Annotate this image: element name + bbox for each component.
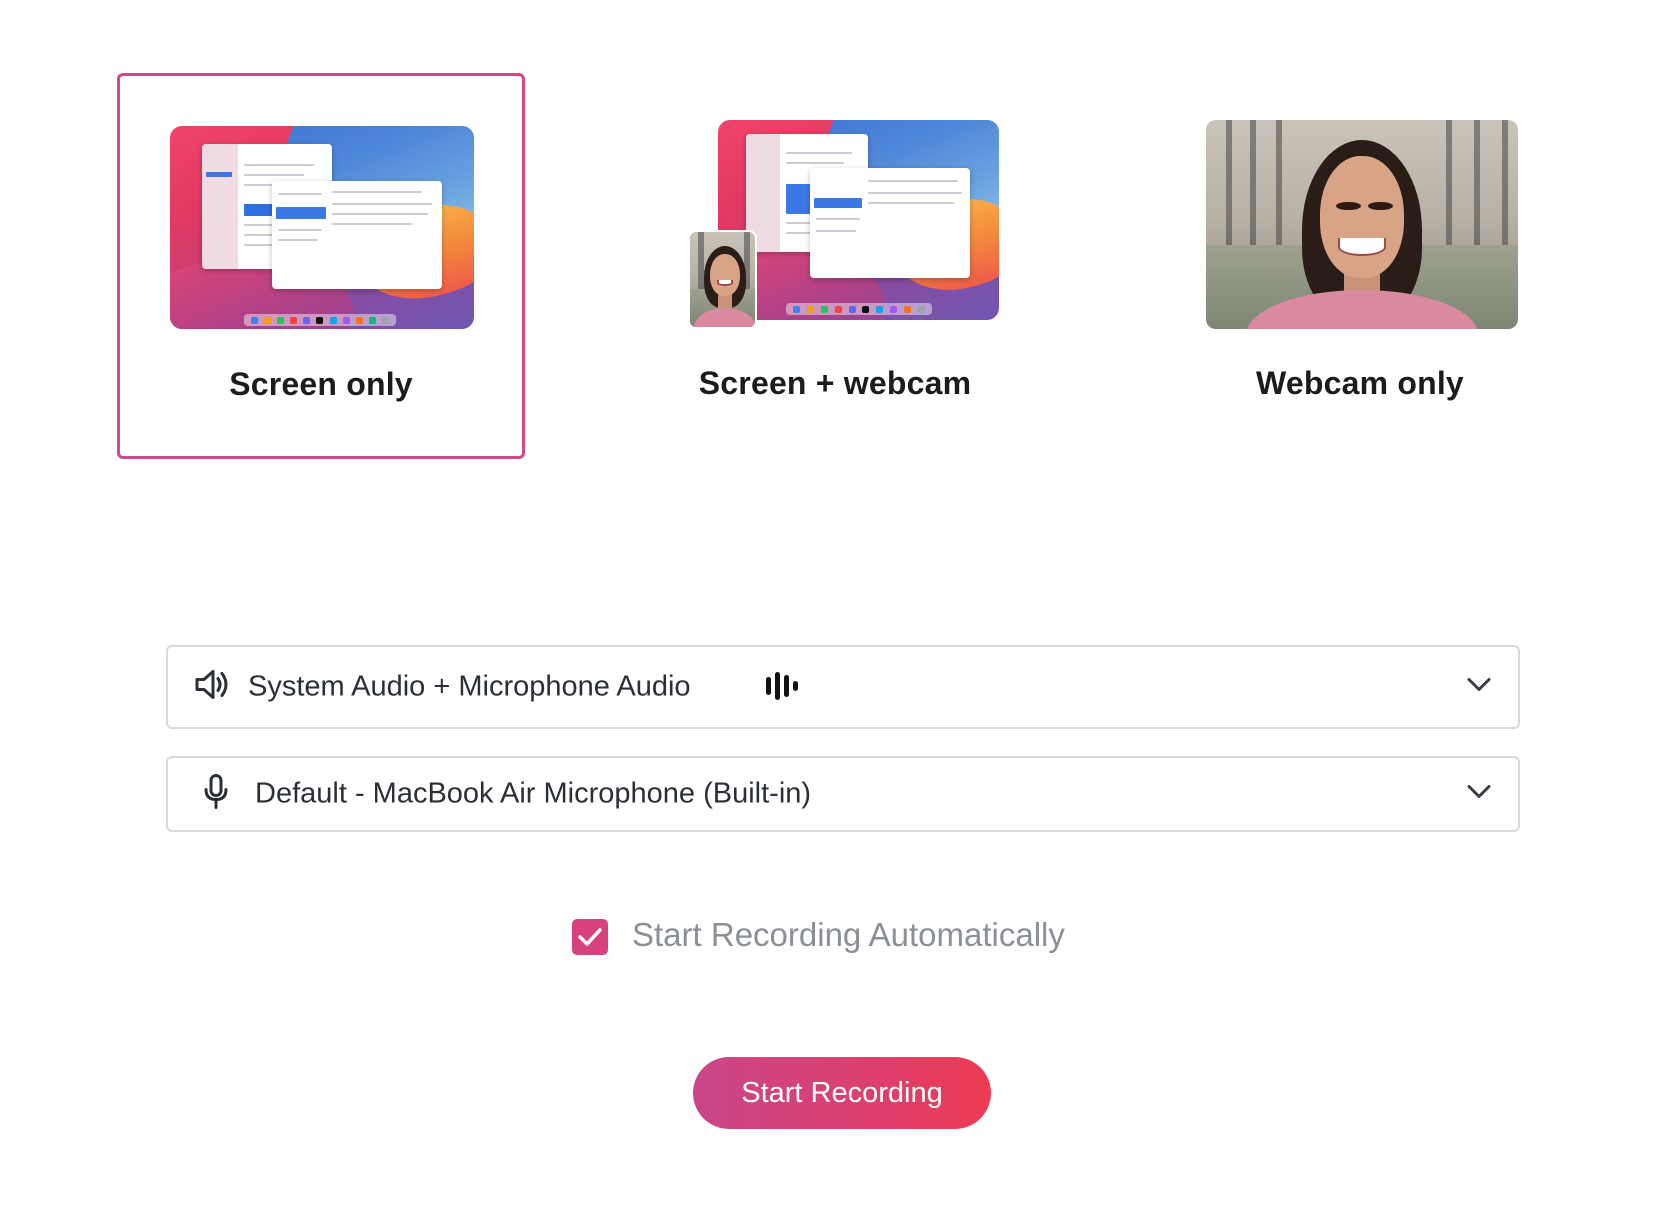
- auto-start-label[interactable]: Start Recording Automatically: [632, 916, 1065, 954]
- microphone-label: Default - MacBook Air Microphone (Built-…: [255, 777, 812, 810]
- mode-card-screen-only[interactable]: Screen only: [117, 73, 525, 459]
- microphone-icon: [202, 774, 230, 815]
- webcam-preview-image: [1206, 120, 1518, 329]
- speaker-icon: [194, 668, 230, 707]
- webcam-bubble-image: [688, 230, 757, 329]
- mode-label-screen-only: Screen only: [229, 366, 413, 402]
- recording-setup: Screen only Screen + webcam Webcam only …: [0, 0, 1654, 1222]
- checkmark-icon: [578, 928, 602, 946]
- chevron-down-icon: [1466, 677, 1492, 698]
- mode-label-screen-webcam: Screen + webcam: [698, 365, 972, 401]
- audio-source-dropdown[interactable]: System Audio + Microphone Audio: [166, 645, 1520, 729]
- screen-webcam-preview-image: [718, 120, 999, 320]
- auto-start-checkbox[interactable]: [572, 919, 608, 955]
- mode-label-webcam-only: Webcam only: [1256, 365, 1464, 401]
- microphone-dropdown[interactable]: Default - MacBook Air Microphone (Built-…: [166, 756, 1520, 832]
- mode-card-screen-webcam[interactable]: Screen + webcam: [660, 110, 1010, 420]
- chevron-down-icon: [1466, 784, 1492, 805]
- screen-preview-image: [170, 126, 474, 329]
- audio-level-meter: [766, 671, 798, 701]
- mode-card-webcam-only[interactable]: Webcam only: [1190, 110, 1530, 420]
- start-recording-button[interactable]: Start Recording: [693, 1057, 991, 1129]
- audio-source-label: System Audio + Microphone Audio: [248, 670, 691, 703]
